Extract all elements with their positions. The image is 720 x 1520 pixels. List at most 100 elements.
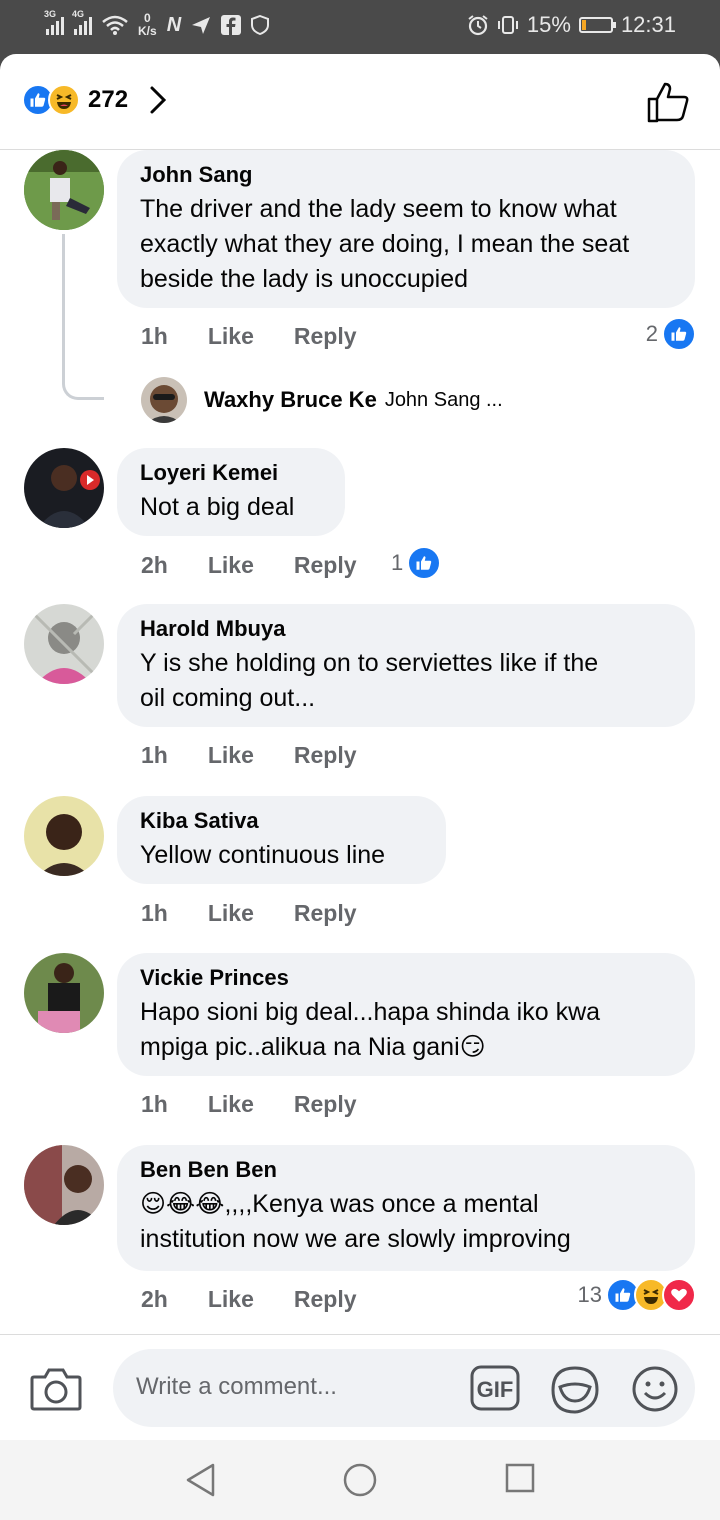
status-left: 3G 4G 0 K/s N: [44, 9, 270, 38]
reply-button[interactable]: Reply: [294, 552, 357, 579]
comment-text: Not a big deal: [140, 490, 321, 525]
comment-line: Y is she holding on to serviettes like i…: [140, 649, 599, 677]
facebook-icon: [221, 15, 242, 35]
comment-text: 😌😂😂,,,,Kenya was once a mental instituti…: [140, 1187, 671, 1257]
battery-icon: [578, 17, 616, 33]
gif-label: GIF: [477, 1377, 514, 1402]
comment-line: oil coming out...: [140, 684, 316, 712]
thread-connector: [62, 234, 104, 400]
like-button[interactable]: Like: [208, 742, 254, 769]
status-right: 15% 12:31: [467, 12, 676, 38]
reply-button[interactable]: Reply: [294, 1091, 357, 1118]
like-button[interactable]: Like: [208, 1286, 254, 1313]
commenter-name[interactable]: Loyeri Kemei: [140, 460, 321, 486]
haha-reaction-icon: [48, 84, 80, 116]
comment-composer: Write a comment... GIF: [0, 1334, 720, 1440]
reply-author[interactable]: Waxhy Bruce Ke: [204, 387, 377, 413]
reaction-count: 272: [88, 86, 129, 113]
shield-icon: [251, 15, 270, 35]
avatar: [141, 377, 187, 423]
avatar[interactable]: [24, 796, 104, 876]
comment-actions: 1h Like Reply: [141, 1091, 357, 1118]
avatar[interactable]: [24, 953, 104, 1033]
commenter-name[interactable]: Harold Mbuya: [140, 616, 671, 642]
reply-button[interactable]: Reply: [294, 742, 357, 769]
camera-icon[interactable]: [30, 1365, 82, 1411]
comment-actions: 1h Like Reply: [141, 900, 357, 927]
vibrate-icon: [497, 16, 518, 34]
comment-actions: 1h Like Reply: [141, 742, 357, 769]
wifi-icon: [102, 15, 128, 35]
reply-preview[interactable]: Waxhy Bruce Ke John Sang ...: [141, 377, 503, 423]
net-speed: 0 K/s: [138, 12, 157, 38]
commenter-name[interactable]: Kiba Sativa: [140, 808, 422, 834]
comment-line: beside the lady is unoccupied: [140, 265, 469, 293]
send-icon: [192, 17, 211, 34]
reaction-summary[interactable]: 272: [22, 84, 168, 116]
net-speed-unit: K/s: [138, 24, 157, 38]
comment-actions: 1h Like Reply: [141, 323, 357, 350]
comment-line: mpiga pic..alikua na Nia gani😏: [140, 1033, 486, 1061]
comment-bubble[interactable]: Harold Mbuya Y is she holding on to serv…: [117, 604, 695, 727]
comment-line: institution now we are slowly improving: [140, 1225, 571, 1253]
comment-line: Yellow continuous line: [140, 841, 386, 869]
commenter-name[interactable]: Vickie Princes: [140, 965, 671, 991]
gif-icon[interactable]: GIF: [470, 1365, 520, 1411]
comment-time: 1h: [141, 323, 168, 349]
avatar[interactable]: [24, 1145, 104, 1225]
comment-actions: 2h Like Reply: [141, 552, 357, 579]
comment-bubble[interactable]: Ben Ben Ben 😌😂😂,,,,Kenya was once a ment…: [117, 1145, 695, 1271]
love-reaction-icon: [662, 1278, 696, 1312]
reply-button[interactable]: Reply: [294, 900, 357, 927]
back-icon[interactable]: [184, 1462, 218, 1498]
like-button[interactable]: Like: [208, 552, 254, 579]
avatar[interactable]: [24, 604, 104, 684]
like-button[interactable]: Like: [208, 900, 254, 927]
comment-line: Not a big deal: [140, 493, 295, 521]
signal-icon: 4G: [72, 9, 92, 35]
recents-icon[interactable]: [504, 1462, 536, 1494]
comment-bubble[interactable]: John Sang The driver and the lady seem t…: [117, 150, 695, 308]
chevron-right-icon[interactable]: [148, 85, 168, 115]
comment-time: 1h: [141, 742, 168, 768]
comment-placeholder: Write a comment...: [136, 1373, 337, 1400]
reply-button[interactable]: Reply: [294, 1286, 357, 1313]
like-button[interactable]: Like: [208, 1091, 254, 1118]
network-type-2: 4G: [72, 9, 85, 19]
comment-reactions[interactable]: 2: [646, 317, 696, 351]
network-type-1: 3G: [44, 9, 57, 19]
comment-text: Y is she holding on to serviettes like i…: [140, 646, 671, 716]
like-outline-icon[interactable]: [646, 80, 690, 124]
reply-snippet: John Sang ...: [384, 388, 503, 411]
avatar[interactable]: [24, 448, 104, 528]
comment-reactions[interactable]: 1: [391, 546, 442, 580]
commenter-name[interactable]: John Sang: [140, 162, 671, 188]
emoji-icon[interactable]: [631, 1365, 679, 1413]
reactions-header: 272: [0, 54, 720, 150]
comment-text: Yellow continuous line: [140, 838, 422, 873]
sticker-icon[interactable]: [550, 1365, 600, 1415]
comment-text: Hapo sioni big deal...hapa shinda iko kw…: [140, 995, 671, 1065]
comment-line: 😌😂😂,,,,Kenya was once a mental: [140, 1190, 539, 1218]
clock: 12:31: [620, 12, 676, 37]
reply-button[interactable]: Reply: [294, 323, 357, 350]
comment-input[interactable]: Write a comment... GIF: [113, 1349, 695, 1427]
reaction-count: 13: [577, 1282, 602, 1307]
like-reaction-icon: [407, 546, 442, 580]
avatar[interactable]: [24, 150, 104, 230]
home-icon[interactable]: [342, 1462, 378, 1498]
comment-line: exactly what they are doing, I mean the …: [140, 230, 630, 258]
like-button[interactable]: Like: [208, 323, 254, 350]
comment-time: 1h: [141, 1091, 168, 1117]
comment-bubble[interactable]: Loyeri Kemei Not a big deal: [117, 448, 345, 536]
battery-percent: 15%: [526, 12, 571, 37]
comment-bubble[interactable]: Vickie Princes Hapo sioni big deal...hap…: [117, 953, 695, 1076]
android-nav-bar: [0, 1440, 720, 1520]
comment-bubble[interactable]: Kiba Sativa Yellow continuous line: [117, 796, 446, 884]
commenter-name[interactable]: Ben Ben Ben: [140, 1157, 671, 1183]
reaction-count: 1: [391, 550, 404, 575]
comment-reactions[interactable]: 13: [578, 1278, 696, 1312]
like-reaction-icon: [662, 317, 696, 351]
comment-line: Hapo sioni big deal...hapa shinda iko kw…: [140, 998, 601, 1026]
comment-time: 2h: [141, 552, 168, 578]
